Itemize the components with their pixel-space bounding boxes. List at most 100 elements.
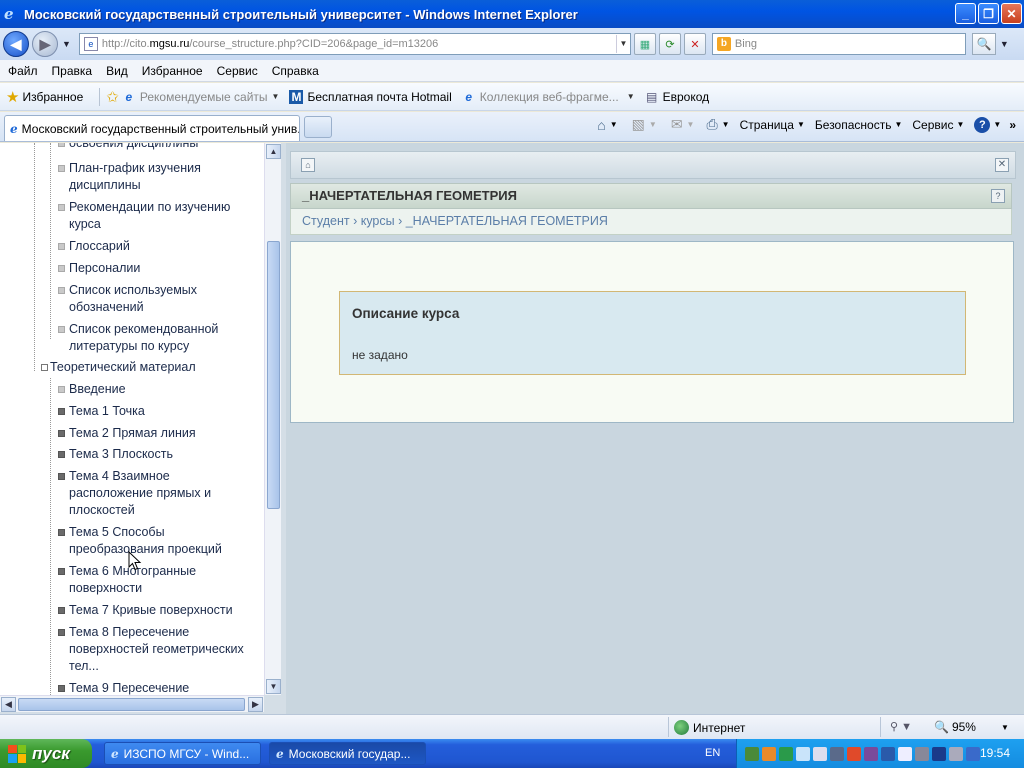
- tray-app-icon[interactable]: [813, 746, 827, 761]
- zoom-icon: 🔍: [934, 720, 949, 734]
- print-icon[interactable]: ⎙: [706, 116, 717, 133]
- history-dropdown-icon[interactable]: ▼: [62, 39, 71, 49]
- security-menu[interactable]: Безопасность ▼: [815, 118, 902, 132]
- protected-mode-icon[interactable]: ⚲ ▼: [890, 720, 912, 733]
- scroll-up-icon[interactable]: ▲: [266, 144, 281, 159]
- home-icon[interactable]: ⌂: [597, 117, 605, 133]
- add-favorite-icon[interactable]: ✩: [106, 88, 119, 106]
- window-titlebar[interactable]: e Московский государственный строительны…: [0, 0, 1024, 28]
- back-button[interactable]: ◀: [3, 31, 29, 57]
- tree-item[interactable]: Рекомендации по изучению курса: [58, 199, 251, 233]
- tree-item[interactable]: Персоналии: [58, 260, 251, 277]
- tray-app-icon[interactable]: [966, 746, 980, 761]
- tree-item[interactable]: Тема 3 Плоскость: [58, 446, 251, 463]
- tree-item[interactable]: Тема 7 Кривые поверхности: [58, 602, 251, 619]
- fav-hotmail[interactable]: M Бесплатная почта Hotmail: [289, 89, 452, 104]
- tree-item[interactable]: Теоретический материал: [41, 359, 250, 376]
- menu-tools[interactable]: Сервис: [217, 64, 258, 78]
- tray-app-icon[interactable]: [796, 746, 810, 761]
- tray-app-icon[interactable]: [881, 746, 895, 761]
- tree-item[interactable]: План-график изучения дисциплины: [58, 160, 251, 194]
- search-button[interactable]: 🔍: [971, 33, 996, 55]
- fav-label: Рекомендуемые сайты: [139, 89, 268, 104]
- chevron-down-icon: ▼: [686, 120, 695, 129]
- help-icon[interactable]: ?: [991, 189, 1005, 203]
- feeds-icon[interactable]: ▧: [632, 116, 645, 133]
- chevron-down-icon: ▼: [271, 92, 280, 101]
- refresh-button[interactable]: ⟳: [658, 33, 681, 55]
- home-icon[interactable]: ⌂: [301, 158, 315, 172]
- tree-item[interactable]: освоения дисциплины: [58, 143, 251, 152]
- minimize-button[interactable]: _: [955, 3, 976, 24]
- address-input[interactable]: e http://cito.mgsu.ru/course_structure.p…: [78, 33, 631, 55]
- chevron-down-icon: ▼: [626, 92, 635, 101]
- tree-item[interactable]: Введение: [58, 381, 251, 398]
- tools-menu[interactable]: Сервис ▼: [912, 118, 964, 132]
- taskbar-item[interactable]: e ИЗСПО МГСУ - Wind...: [104, 742, 261, 765]
- tray-app-icon[interactable]: [762, 746, 776, 761]
- tree-item[interactable]: Тема 1 Точка: [58, 403, 251, 420]
- tray-app-icon[interactable]: [779, 746, 793, 761]
- tree-vertical-scrollbar[interactable]: ▲ ▼: [264, 143, 281, 695]
- tree-item[interactable]: Тема 6 Многогранные поверхности: [58, 563, 251, 597]
- page-menu[interactable]: Страница ▼: [740, 118, 805, 132]
- tray-app-icon[interactable]: [949, 746, 963, 761]
- more-chevron-icon[interactable]: »: [1009, 118, 1016, 132]
- scroll-thumb[interactable]: [267, 241, 280, 509]
- chevron-down-icon[interactable]: ▼: [722, 120, 730, 129]
- chevron-down-icon[interactable]: ▼: [610, 120, 618, 129]
- fav-suggested-sites[interactable]: e Рекомендуемые сайты ▼: [122, 90, 280, 104]
- search-input[interactable]: b Bing: [711, 33, 966, 55]
- scroll-right-icon[interactable]: ▶: [248, 697, 263, 712]
- tree-item-label: Теоретический материал: [50, 360, 196, 374]
- menu-view[interactable]: Вид: [106, 64, 128, 78]
- forward-button[interactable]: ▶: [32, 31, 58, 57]
- taskbar-item[interactable]: e Московский государ...: [269, 742, 426, 765]
- tray-app-icon[interactable]: [830, 746, 844, 761]
- compatibility-view-button[interactable]: ▦: [633, 33, 656, 55]
- language-indicator[interactable]: EN: [705, 747, 720, 759]
- favorites-button[interactable]: ★ Избранное: [0, 88, 83, 106]
- tree-item[interactable]: Тема 5 Способы преобразования проекций: [58, 524, 251, 558]
- stop-button[interactable]: ✕: [683, 33, 706, 55]
- tree-item[interactable]: Тема 8 Пересечение поверхностей геометри…: [58, 624, 251, 675]
- menu-favorites[interactable]: Избранное: [142, 64, 203, 78]
- tray-app-icon[interactable]: [915, 746, 929, 761]
- tray-app-icon[interactable]: [932, 746, 946, 761]
- tree-item[interactable]: Список рекомендованной литературы по кур…: [58, 321, 251, 355]
- tab-active[interactable]: e Московский государственный строительны…: [4, 115, 300, 141]
- search-options-icon[interactable]: ▼: [1000, 39, 1009, 49]
- close-icon[interactable]: ✕: [995, 158, 1009, 172]
- tree-item[interactable]: Тема 2 Прямая линия: [58, 425, 251, 442]
- tree-item[interactable]: Тема 4 Взаимное расположение прямых и пл…: [58, 468, 251, 519]
- tray-app-icon[interactable]: [898, 746, 912, 761]
- zoom-control[interactable]: 🔍 95% ▼: [934, 720, 1009, 734]
- tray-app-icon[interactable]: [745, 746, 759, 761]
- scroll-left-icon[interactable]: ◀: [1, 697, 16, 712]
- tree-item[interactable]: Список используемых обозначений: [58, 282, 251, 316]
- breadcrumb[interactable]: Студент › курсы › _НАЧЕРТАТЕЛЬНАЯ ГЕОМЕТ…: [290, 209, 1012, 235]
- url-text[interactable]: http://cito.mgsu.ru/course_structure.php…: [102, 38, 616, 50]
- tree-collapse-icon[interactable]: [41, 364, 48, 371]
- mail-icon[interactable]: ✉: [671, 116, 683, 133]
- menu-help[interactable]: Справка: [272, 64, 319, 78]
- menu-edit[interactable]: Правка: [52, 64, 93, 78]
- tree-item[interactable]: Тема 9 Пересечение: [58, 680, 251, 695]
- address-dropdown-icon[interactable]: ▼: [615, 35, 630, 53]
- menu-file[interactable]: Файл: [8, 64, 38, 78]
- maximize-button[interactable]: ❐: [978, 3, 999, 24]
- tree-horizontal-scrollbar[interactable]: ◀ ▶: [0, 695, 264, 712]
- scroll-thumb[interactable]: [18, 698, 245, 711]
- scroll-down-icon[interactable]: ▼: [266, 679, 281, 694]
- tree-item[interactable]: Глоссарий: [58, 238, 251, 255]
- fav-eurocode[interactable]: ▤ Еврокод: [645, 90, 709, 104]
- fav-web-slice-gallery[interactable]: e Коллекция веб-фрагме... ▼: [462, 90, 635, 104]
- close-button[interactable]: ✕: [1001, 3, 1022, 24]
- new-tab-button[interactable]: [304, 116, 332, 138]
- start-button[interactable]: пуск: [0, 739, 92, 768]
- help-menu[interactable]: ? ▼: [974, 116, 1001, 133]
- tray-app-icon[interactable]: [847, 746, 861, 761]
- tray-app-icon[interactable]: [864, 746, 878, 761]
- security-zone[interactable]: Интернет: [674, 720, 745, 735]
- clock[interactable]: 19:54: [980, 746, 1010, 760]
